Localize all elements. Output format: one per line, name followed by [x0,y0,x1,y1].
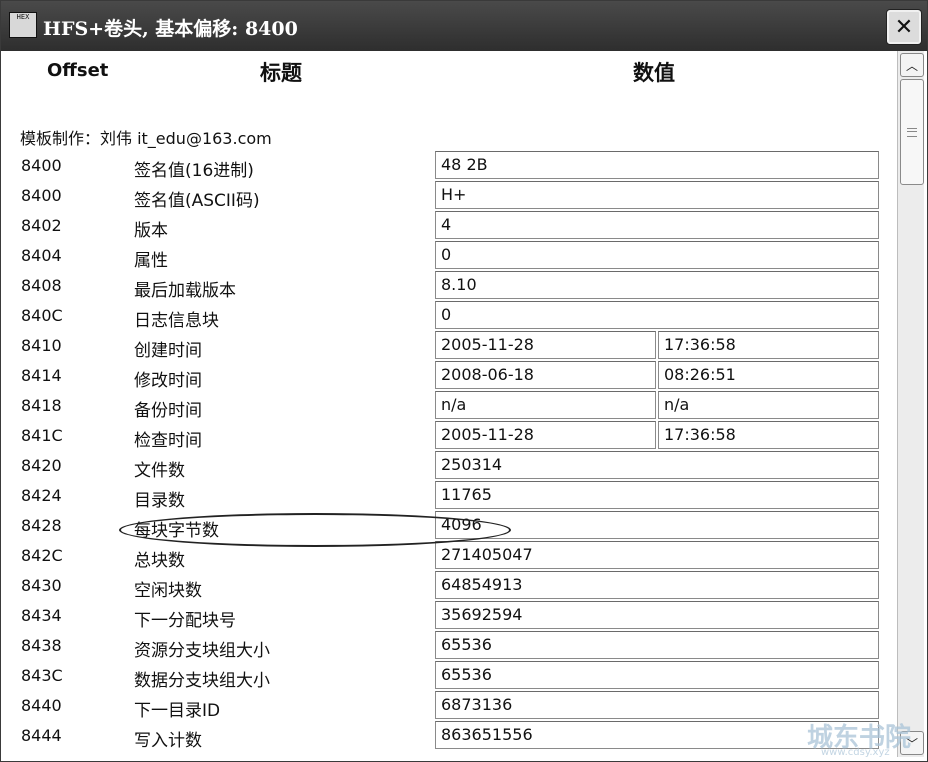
field-row: 8428 每块字节数 4096 [7,511,895,541]
field-title: 文件数 [134,461,185,481]
value-field[interactable]: 48 2B [435,151,879,179]
field-row: 8440 下一目录ID 6873136 [7,691,895,721]
field-title: 属性 [134,251,168,271]
field-offset: 8430 [21,576,62,595]
value-field[interactable]: 0 [435,241,879,269]
field-row: 8418 备份时间 n/a n/a [7,391,895,421]
watermark-url: www.cdsy.xyz [821,747,890,758]
value-field[interactable]: H+ [435,181,879,209]
value-field[interactable]: 64854913 [435,571,879,599]
value-field[interactable]: 8.10 [435,271,879,299]
field-title: 签名值(ASCII码) [134,191,260,211]
column-header-title: 标题 [260,61,302,85]
field-offset: 8428 [21,516,62,535]
date-value-field[interactable]: 2005-11-28 [435,421,656,449]
field-title: 修改时间 [134,371,202,391]
field-offset: 8400 [21,186,62,205]
field-offset: 8420 [21,456,62,475]
field-offset: 8400 [21,156,62,175]
value-field[interactable]: 250314 [435,451,879,479]
field-offset: 8434 [21,606,62,625]
field-row: 8408 最后加载版本 8.10 [7,271,895,301]
vertical-scrollbar[interactable]: ︿ ﹀ [897,51,924,757]
field-offset: 8444 [21,726,62,745]
field-offset: 8408 [21,276,62,295]
scroll-thumb[interactable] [900,79,924,185]
field-row: 8444 写入计数 863651556 [7,721,895,751]
field-offset: 843C [21,666,63,685]
field-title: 下一分配块号 [134,611,236,631]
scroll-up-button[interactable]: ︿ [900,53,924,77]
field-title: 备份时间 [134,401,202,421]
value-field[interactable]: 271405047 [435,541,879,569]
grip-icon [907,127,917,137]
value-field[interactable]: 6873136 [435,691,879,719]
field-row: 8414 修改时间 2008-06-18 08:26:51 [7,361,895,391]
field-offset: 840C [21,306,63,325]
time-value-field[interactable]: 17:36:58 [658,421,879,449]
field-title: 资源分支块组大小 [134,641,270,661]
time-value-field[interactable]: n/a [658,391,879,419]
field-row: 8404 属性 0 [7,241,895,271]
field-row: 840C 日志信息块 0 [7,301,895,331]
hex-app-icon: HEX [9,12,37,38]
time-value-field[interactable]: 17:36:58 [658,331,879,359]
template-credit: 模板制作：刘伟 it_edu@163.com [20,129,272,148]
window-title: HFS+卷头, 基本偏移: 8400 [43,18,298,40]
date-value-field[interactable]: 2008-06-18 [435,361,656,389]
field-title: 总块数 [134,551,185,571]
column-header-value: 数值 [633,61,675,85]
field-row: 842C 总块数 271405047 [7,541,895,571]
field-row: 8410 创建时间 2005-11-28 17:36:58 [7,331,895,361]
field-title: 目录数 [134,491,185,511]
time-value-field[interactable]: 08:26:51 [658,361,879,389]
field-title: 数据分支块组大小 [134,671,270,691]
field-offset: 8424 [21,486,62,505]
field-offset: 8440 [21,696,62,715]
field-offset: 8438 [21,636,62,655]
field-title: 空闲块数 [134,581,202,601]
field-title: 每块字节数 [134,521,219,541]
field-title: 最后加载版本 [134,281,236,301]
value-field[interactable]: 65536 [435,631,879,659]
field-row: 8424 目录数 11765 [7,481,895,511]
field-title: 写入计数 [134,731,202,751]
field-offset: 8402 [21,216,62,235]
value-field[interactable]: 65536 [435,661,879,689]
field-offset: 8418 [21,396,62,415]
field-title: 签名值(16进制) [134,161,254,181]
field-row: 8430 空闲块数 64854913 [7,571,895,601]
field-offset: 8404 [21,246,62,265]
field-offset: 8414 [21,366,62,385]
value-field[interactable]: 4096 [435,511,879,539]
field-offset: 842C [21,546,63,565]
template-content: Offset 标题 数值 模板制作：刘伟 it_edu@163.com 8400… [7,51,895,757]
column-header-offset: Offset [47,60,109,81]
value-field[interactable]: 4 [435,211,879,239]
field-row: 8420 文件数 250314 [7,451,895,481]
date-value-field[interactable]: n/a [435,391,656,419]
date-value-field[interactable]: 2005-11-28 [435,331,656,359]
field-title: 日志信息块 [134,311,219,331]
value-field[interactable]: 0 [435,301,879,329]
field-offset: 841C [21,426,63,445]
field-title: 检查时间 [134,431,202,451]
title-bar[interactable]: HEX HFS+卷头, 基本偏移: 8400 ✕ [1,1,927,51]
value-field[interactable]: 35692594 [435,601,879,629]
field-row: 8400 签名值(ASCII码) H+ [7,181,895,211]
field-title: 版本 [134,221,168,241]
field-row: 8434 下一分配块号 35692594 [7,601,895,631]
value-field[interactable]: 11765 [435,481,879,509]
field-row: 843C 数据分支块组大小 65536 [7,661,895,691]
field-row: 8400 签名值(16进制) 48 2B [7,151,895,181]
field-offset: 8410 [21,336,62,355]
field-row: 841C 检查时间 2005-11-28 17:36:58 [7,421,895,451]
field-title: 创建时间 [134,341,202,361]
field-row: 8438 资源分支块组大小 65536 [7,631,895,661]
template-window: HEX HFS+卷头, 基本偏移: 8400 ✕ Offset 标题 数值 模板… [0,0,928,762]
field-title: 下一目录ID [134,701,221,721]
field-row: 8402 版本 4 [7,211,895,241]
close-button[interactable]: ✕ [887,10,921,44]
